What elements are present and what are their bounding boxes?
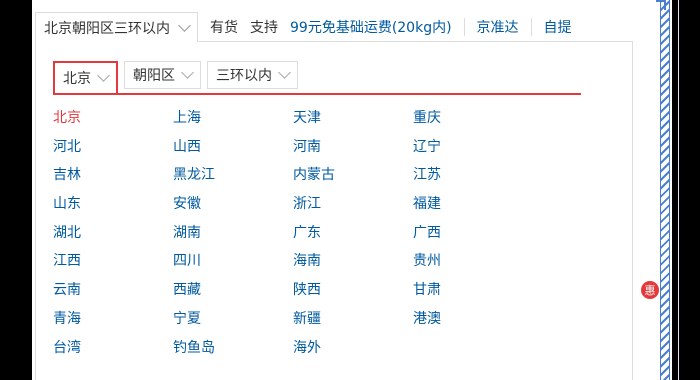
scrollbar-stripe	[660, 0, 670, 380]
region-option[interactable]: 重庆	[413, 108, 533, 137]
address-text: 北京朝阳区三环以内	[44, 20, 170, 37]
region-option[interactable]: 吉林	[53, 165, 173, 194]
region-option[interactable]: 海南	[293, 251, 413, 280]
region-option[interactable]: 北京	[53, 108, 173, 137]
corner-mark	[656, 0, 666, 10]
divider	[530, 18, 532, 36]
region-option[interactable]: 江苏	[413, 165, 533, 194]
pickup-link[interactable]: 自提	[544, 17, 572, 37]
region-option[interactable]: 陕西	[293, 280, 413, 309]
region-option[interactable]: 黑龙江	[173, 165, 293, 194]
region-option[interactable]: 湖南	[173, 223, 293, 252]
stock-status: 有货	[210, 20, 238, 36]
support-label: 支持	[250, 20, 278, 36]
tab-province-label: 北京	[63, 71, 91, 87]
tab-area[interactable]: 三环以内	[207, 61, 298, 89]
chevron-down-icon	[181, 66, 194, 79]
region-option[interactable]: 钓鱼岛	[173, 338, 293, 367]
region-option[interactable]: 辽宁	[413, 137, 533, 166]
region-option[interactable]: 台湾	[53, 338, 173, 367]
discount-badge[interactable]: 惠	[641, 281, 659, 299]
tab-district[interactable]: 朝阳区	[124, 61, 201, 89]
address-dropdown-panel: 北京 朝阳区 三环以内 北京 上海 天津 重庆 河北 山西 河南 辽宁 吉林 黑龙江 内蒙古 江苏 山东…	[35, 41, 633, 380]
region-option[interactable]: 四川	[173, 251, 293, 280]
region-option[interactable]: 青海	[53, 309, 173, 338]
tab-district-label: 朝阳区	[133, 68, 175, 84]
chevron-down-icon	[278, 66, 291, 79]
address-level-tabs: 北京 朝阳区 三环以内	[53, 61, 581, 95]
region-option[interactable]: 新疆	[293, 309, 413, 338]
region-option[interactable]: 海外	[293, 338, 413, 367]
region-option[interactable]: 天津	[293, 108, 413, 137]
chevron-down-icon	[97, 69, 110, 82]
address-selector[interactable]: 北京朝阳区三环以内	[35, 12, 198, 42]
region-option[interactable]: 河北	[53, 137, 173, 166]
region-option[interactable]: 内蒙古	[293, 165, 413, 194]
region-option[interactable]: 安徽	[173, 194, 293, 223]
chevron-down-icon	[178, 18, 191, 32]
delivery-info-bar: 北京朝阳区三环以内 有货 支持 99元免基础运费(20kg内) 京准达 自提	[32, 12, 672, 42]
region-option[interactable]: 河南	[293, 137, 413, 166]
region-option[interactable]: 贵州	[413, 251, 533, 280]
region-option[interactable]: 湖北	[53, 223, 173, 252]
region-option[interactable]: 广东	[293, 223, 413, 252]
delivery-service-link[interactable]: 京准达	[477, 17, 519, 37]
region-option[interactable]: 上海	[173, 108, 293, 137]
region-option[interactable]: 宁夏	[173, 309, 293, 338]
divider	[678, 0, 679, 380]
tab-area-label: 三环以内	[216, 68, 272, 84]
divider	[463, 18, 465, 36]
region-option[interactable]: 西藏	[173, 280, 293, 309]
region-option[interactable]: 山西	[173, 137, 293, 166]
region-option[interactable]: 浙江	[293, 194, 413, 223]
region-option[interactable]: 福建	[413, 194, 533, 223]
shipping-link[interactable]: 99元免基础运费(20kg内)	[290, 17, 452, 37]
region-list: 北京 上海 天津 重庆河北 山西 河南 辽宁吉林 黑龙江 内蒙古 江苏山东 安徽 浙江 福建湖北 湖南 广东…	[53, 108, 533, 366]
region-option[interactable]: 山东	[53, 194, 173, 223]
region-option[interactable]: 甘肃	[413, 280, 533, 309]
product-page: 北京朝阳区三环以内 有货 支持 99元免基础运费(20kg内) 京准达 自提 北…	[32, 0, 679, 380]
region-option[interactable]: 云南	[53, 280, 173, 309]
region-option[interactable]: 港澳	[413, 309, 533, 338]
tab-province[interactable]: 北京	[53, 61, 118, 93]
region-option[interactable]: 江西	[53, 251, 173, 280]
region-option[interactable]: 广西	[413, 223, 533, 252]
